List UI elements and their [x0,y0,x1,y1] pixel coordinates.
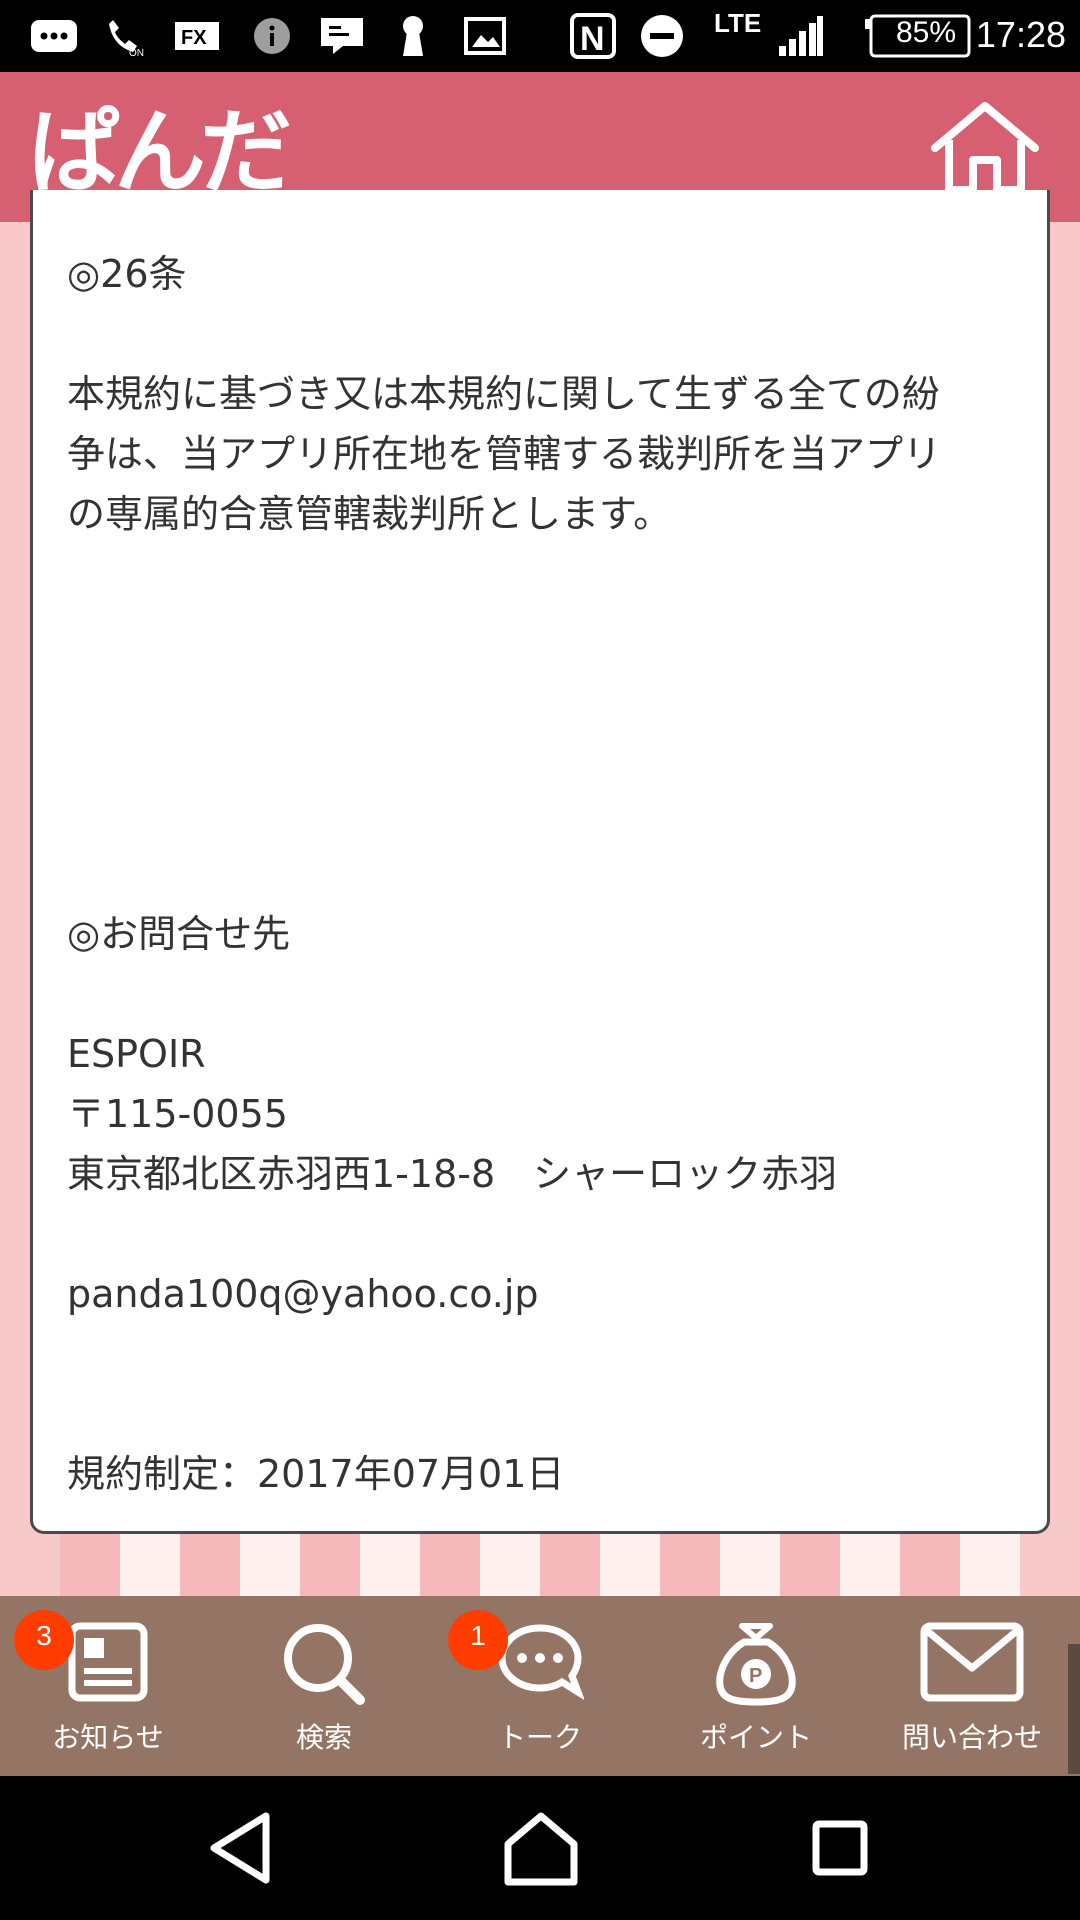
nav-label: 問い合わせ [901,1721,1042,1754]
talk-badge: 1 [448,1610,508,1670]
status-bar: ON FX N LTE 85% 17:28 [0,0,1080,72]
svg-text:N: N [580,20,605,58]
notification-icon [318,14,366,58]
nav-label: ポイント [699,1721,812,1754]
home-icon [931,102,1039,194]
article-text-line: 争は、当アプリ所在地を管轄する裁判所を当アプリ [67,432,942,476]
terms-content-card[interactable]: ◎26条 本規約に基づき又は本規約に関して生ずる全ての紛 争は、当アプリ所在地を… [30,190,1050,1534]
contact-heading: ◎お問合せ先 [67,912,291,956]
nav-label: 検索 [295,1721,352,1754]
do-not-disturb-icon [638,14,686,58]
news-badge: 3 [14,1610,74,1670]
postal-code: 〒115-0055 [67,1092,288,1136]
nav-label: トーク [497,1721,582,1754]
svg-text:P: P [749,1665,762,1687]
stripe-decoration [60,1534,1020,1596]
system-nav-bar [0,1776,1080,1920]
clock: 17:28 [975,14,1066,55]
nav-item-points[interactable]: P ポイント [648,1596,864,1776]
company-name: ESPOIR [67,1032,206,1076]
nfc-icon: N [568,13,618,59]
search-icon [284,1624,365,1705]
news-icon [68,1622,148,1702]
bottom-nav: お知らせ 検索 トーク P ポイント 問い合わせ 3 1 [0,1596,1080,1776]
home-outline-icon [504,1812,578,1886]
svg-text:ON: ON [129,48,144,58]
home-system-button[interactable] [496,1808,586,1888]
message-icon [28,14,80,58]
enactment-date: 規約制定：2017年07月01日 [67,1452,565,1496]
chat-icon [498,1624,584,1700]
contact-email[interactable]: panda100q@yahoo.co.jp [67,1264,539,1324]
nav-item-contact[interactable]: 問い合わせ [864,1596,1080,1776]
svg-text:FX: FX [181,27,207,49]
nav-item-search[interactable]: 検索 [216,1596,432,1776]
scroll-indicator[interactable] [1068,1644,1080,1774]
wifi-calling-icon: ON [102,14,152,58]
point-bag-icon: P [716,1623,796,1706]
signal-icon [776,14,826,58]
recents-button[interactable] [796,1808,886,1888]
back-icon [210,1812,270,1884]
recents-icon [812,1820,868,1876]
article-heading: ◎26条 [67,252,187,296]
article-text-line: 本規約に基づき又は本規約に関して生ずる全ての紛 [67,372,940,416]
home-button[interactable] [925,98,1045,198]
battery-percent: 85% [895,16,957,49]
fx-icon: FX [172,14,222,58]
nav-label: お知らせ [52,1721,164,1754]
mail-icon [920,1622,1024,1702]
image-icon [462,14,508,58]
info-icon [250,14,294,58]
article-text-line: の専属的合意管轄裁判所とします。 [67,492,672,536]
address: 東京都北区赤羽西1-18-8 シャーロック赤羽 [67,1152,838,1196]
app-logo[interactable]: ぱんだ [28,94,292,206]
back-button[interactable] [196,1808,286,1888]
network-type: LTE [714,8,762,38]
keyhole-icon [396,14,430,58]
